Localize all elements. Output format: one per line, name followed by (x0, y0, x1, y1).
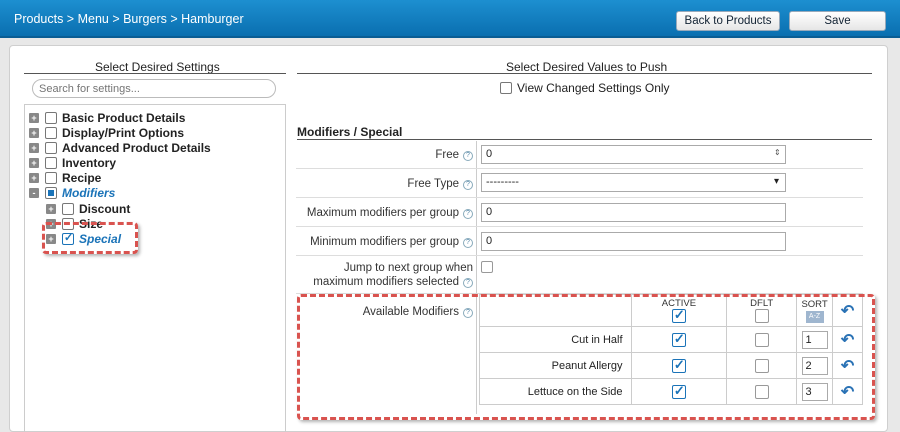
tree-item-modifiers[interactable]: - Modifiers (29, 186, 115, 200)
column-divider (476, 169, 477, 197)
tree-item-basic-product-details[interactable]: + Basic Product Details (29, 111, 185, 125)
min-modifiers-input[interactable]: 0 (481, 232, 786, 251)
checkbox[interactable] (500, 82, 512, 94)
free-row: Free? 0 ⇕ (296, 141, 863, 169)
help-icon[interactable]: ? (463, 209, 473, 219)
divider (297, 73, 872, 74)
checkbox[interactable] (62, 203, 74, 215)
min-modifiers-row: Minimum modifiers per group? 0 (296, 227, 863, 256)
help-icon[interactable]: ? (463, 180, 473, 190)
tree-item-inventory[interactable]: + Inventory (29, 156, 116, 170)
free-type-row: Free Type? --------- ▾ (296, 169, 863, 198)
checkbox[interactable] (45, 172, 57, 184)
expand-icon[interactable]: + (29, 143, 39, 153)
free-label: Free? (435, 149, 473, 161)
view-changed-toggle[interactable]: View Changed Settings Only (500, 81, 670, 95)
search-input[interactable] (32, 79, 276, 98)
help-icon[interactable]: ? (463, 151, 473, 161)
max-modifiers-input[interactable]: 0 (481, 203, 786, 222)
back-to-products-button[interactable]: Back to Products (676, 11, 780, 31)
breadcrumb: Products > Menu > Burgers > Hamburger (14, 12, 244, 26)
column-divider (476, 227, 477, 255)
help-icon[interactable]: ? (463, 278, 473, 288)
tree-item-recipe[interactable]: + Recipe (29, 171, 101, 185)
help-icon[interactable]: ? (463, 238, 473, 248)
expand-icon[interactable]: + (29, 113, 39, 123)
free-type-label: Free Type? (407, 178, 473, 190)
jump-next-label: Jump to next group when maximum modifiers… (313, 262, 473, 288)
divider (24, 73, 286, 74)
tree-item-label: Modifiers (62, 186, 116, 200)
free-stepper[interactable]: 0 (481, 145, 786, 164)
checkbox[interactable] (45, 127, 57, 139)
highlight-annotation (297, 294, 875, 420)
min-modifiers-label: Minimum modifiers per group? (310, 236, 473, 248)
expand-icon[interactable]: + (29, 158, 39, 168)
chevron-down-icon[interactable]: ▾ (774, 176, 779, 187)
view-changed-label: View Changed Settings Only (517, 81, 670, 95)
expand-icon[interactable]: + (46, 204, 56, 214)
highlight-annotation (42, 222, 138, 254)
checkbox[interactable] (45, 142, 57, 154)
section-title: Modifiers / Special (297, 125, 403, 139)
right-panel-title: Select Desired Values to Push (506, 60, 668, 74)
tree-item-label: Display/Print Options (62, 126, 185, 140)
left-panel-title: Select Desired Settings (95, 60, 220, 74)
stepper-arrows-icon[interactable]: ⇕ (774, 148, 781, 157)
tree-item-display-print-options[interactable]: + Display/Print Options (29, 126, 184, 140)
checkbox[interactable] (45, 187, 57, 199)
save-button[interactable]: Save (789, 11, 886, 31)
settings-tree: + Basic Product Details + Display/Print … (24, 104, 286, 432)
checkbox[interactable] (45, 112, 57, 124)
top-bar: Products > Menu > Burgers > Hamburger Ba… (0, 0, 900, 38)
tree-item-advanced-product-details[interactable]: + Advanced Product Details (29, 141, 211, 155)
column-divider (476, 141, 477, 168)
jump-next-row: Jump to next group when maximum modifiers… (296, 256, 863, 294)
main-panel: Select Desired Settings + Basic Product … (9, 45, 888, 432)
tree-item-label: Basic Product Details (62, 111, 186, 125)
tree-item-label: Inventory (62, 156, 117, 170)
divider (297, 139, 872, 140)
tree-item-discount[interactable]: + Discount (46, 202, 130, 216)
collapse-icon[interactable]: - (29, 188, 39, 198)
expand-icon[interactable]: + (29, 173, 39, 183)
tree-item-label: Recipe (62, 171, 102, 185)
expand-icon[interactable]: + (29, 128, 39, 138)
free-type-select[interactable]: --------- (481, 173, 786, 192)
jump-next-checkbox[interactable] (481, 261, 493, 273)
max-modifiers-row: Maximum modifiers per group? 0 (296, 198, 863, 227)
column-divider (476, 198, 477, 226)
tree-item-label: Discount (79, 202, 131, 216)
tree-item-label: Advanced Product Details (62, 141, 211, 155)
checkbox[interactable] (45, 157, 57, 169)
max-modifiers-label: Maximum modifiers per group? (307, 207, 473, 219)
column-divider (476, 256, 477, 293)
